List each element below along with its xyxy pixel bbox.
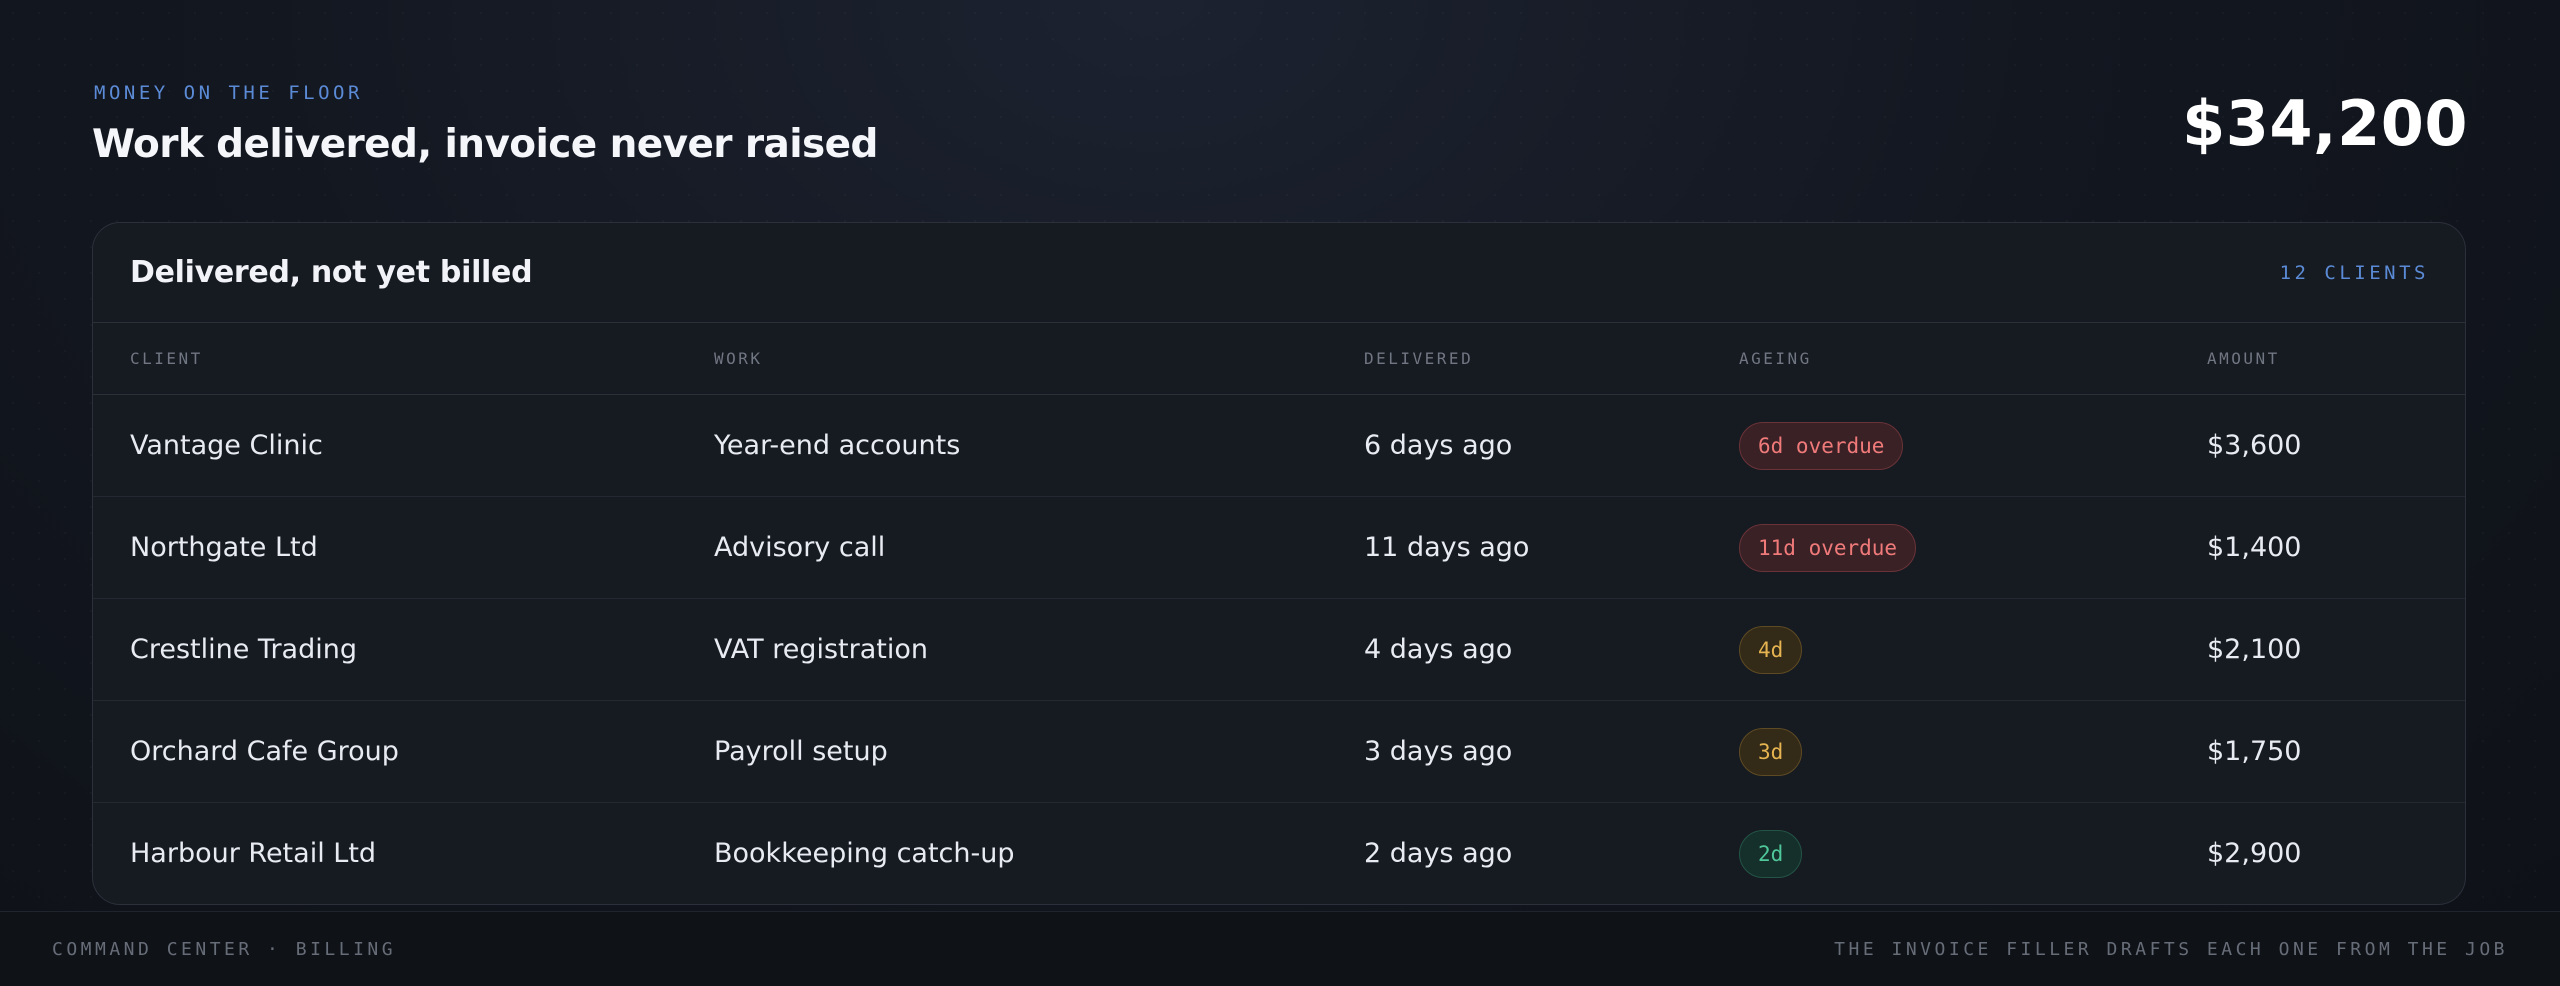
amount: $1,750 — [2207, 700, 2465, 803]
client-name: Orchard Cafe Group — [93, 700, 714, 803]
delivered-date: 6 days ago — [1364, 394, 1739, 497]
card-title: Delivered, not yet billed — [130, 255, 533, 290]
total-amount: $34,200 — [2182, 87, 2468, 160]
table-row[interactable]: Orchard Cafe Group Payroll setup 3 days … — [93, 700, 2465, 803]
column-header-delivered[interactable]: DELIVERED — [1364, 323, 1739, 395]
work-item: Bookkeeping catch-up — [714, 838, 1015, 869]
table-row[interactable]: Vantage Clinic Year-end accounts 6 days … — [93, 394, 2465, 497]
client-name: Harbour Retail Ltd — [130, 838, 377, 869]
amount: $1,400 — [2207, 496, 2465, 599]
ageing-badge: 2d — [1739, 829, 1803, 878]
amount: $3,600 — [2207, 394, 2465, 497]
delivered-date: 4 days ago — [1364, 598, 1739, 701]
work-item: VAT registration — [714, 598, 1364, 701]
client-name: Northgate Ltd — [93, 496, 714, 599]
page-eyebrow: MONEY ON THE FLOOR — [94, 82, 363, 104]
page-header: MONEY ON THE FLOOR Work delivered, invoi… — [92, 80, 878, 170]
table-row[interactable]: Harbour Retail Ltd Bookkeeping catch-up … — [93, 803, 2465, 905]
delivered-date: 2 days ago — [1364, 838, 1513, 869]
table-row[interactable]: Northgate Ltd Advisory call 11 days ago … — [93, 496, 2465, 599]
unbilled-table: CLIENT WORK DELIVERED AGEING AMOUNT Vant… — [93, 323, 2465, 904]
delivered-date: 3 days ago — [1364, 700, 1739, 803]
delivered-date: 11 days ago — [1364, 496, 1739, 599]
client-count[interactable]: 12 CLIENTS — [2280, 262, 2429, 284]
column-header-client[interactable]: CLIENT — [93, 323, 714, 395]
work-item: Payroll setup — [714, 700, 1364, 803]
card-header: Delivered, not yet billed 12 CLIENTS — [93, 223, 2465, 323]
work-item: Advisory call — [714, 496, 1364, 599]
amount: $2,900 — [2207, 838, 2302, 869]
client-name: Vantage Clinic — [93, 394, 714, 497]
ageing-badge: 11d overdue — [1739, 523, 1917, 572]
column-header-work[interactable]: WORK — [714, 323, 1364, 395]
table-row[interactable]: Crestline Trading VAT registration 4 day… — [93, 598, 2465, 701]
footer-breadcrumb: COMMAND CENTER · BILLING — [52, 938, 397, 960]
client-name: Crestline Trading — [93, 598, 714, 701]
table-header-row: CLIENT WORK DELIVERED AGEING AMOUNT — [93, 323, 2465, 395]
page-title: Work delivered, invoice never raised — [92, 122, 878, 167]
page-footer: COMMAND CENTER · BILLING THE INVOICE FIL… — [0, 911, 2560, 986]
footer-note: THE INVOICE FILLER DRAFTS EACH ONE FROM … — [1834, 938, 2508, 960]
amount: $2,100 — [2207, 598, 2465, 701]
ageing-badge: 3d — [1739, 727, 1803, 776]
ageing-badge: 6d overdue — [1739, 421, 1904, 470]
ageing-badge: 4d — [1739, 625, 1803, 674]
work-item: Year-end accounts — [714, 394, 1364, 497]
unbilled-work-card: Delivered, not yet billed 12 CLIENTS CLI… — [92, 222, 2466, 905]
column-header-ageing[interactable]: AGEING — [1739, 323, 2207, 395]
column-header-amount[interactable]: AMOUNT — [2207, 323, 2465, 395]
